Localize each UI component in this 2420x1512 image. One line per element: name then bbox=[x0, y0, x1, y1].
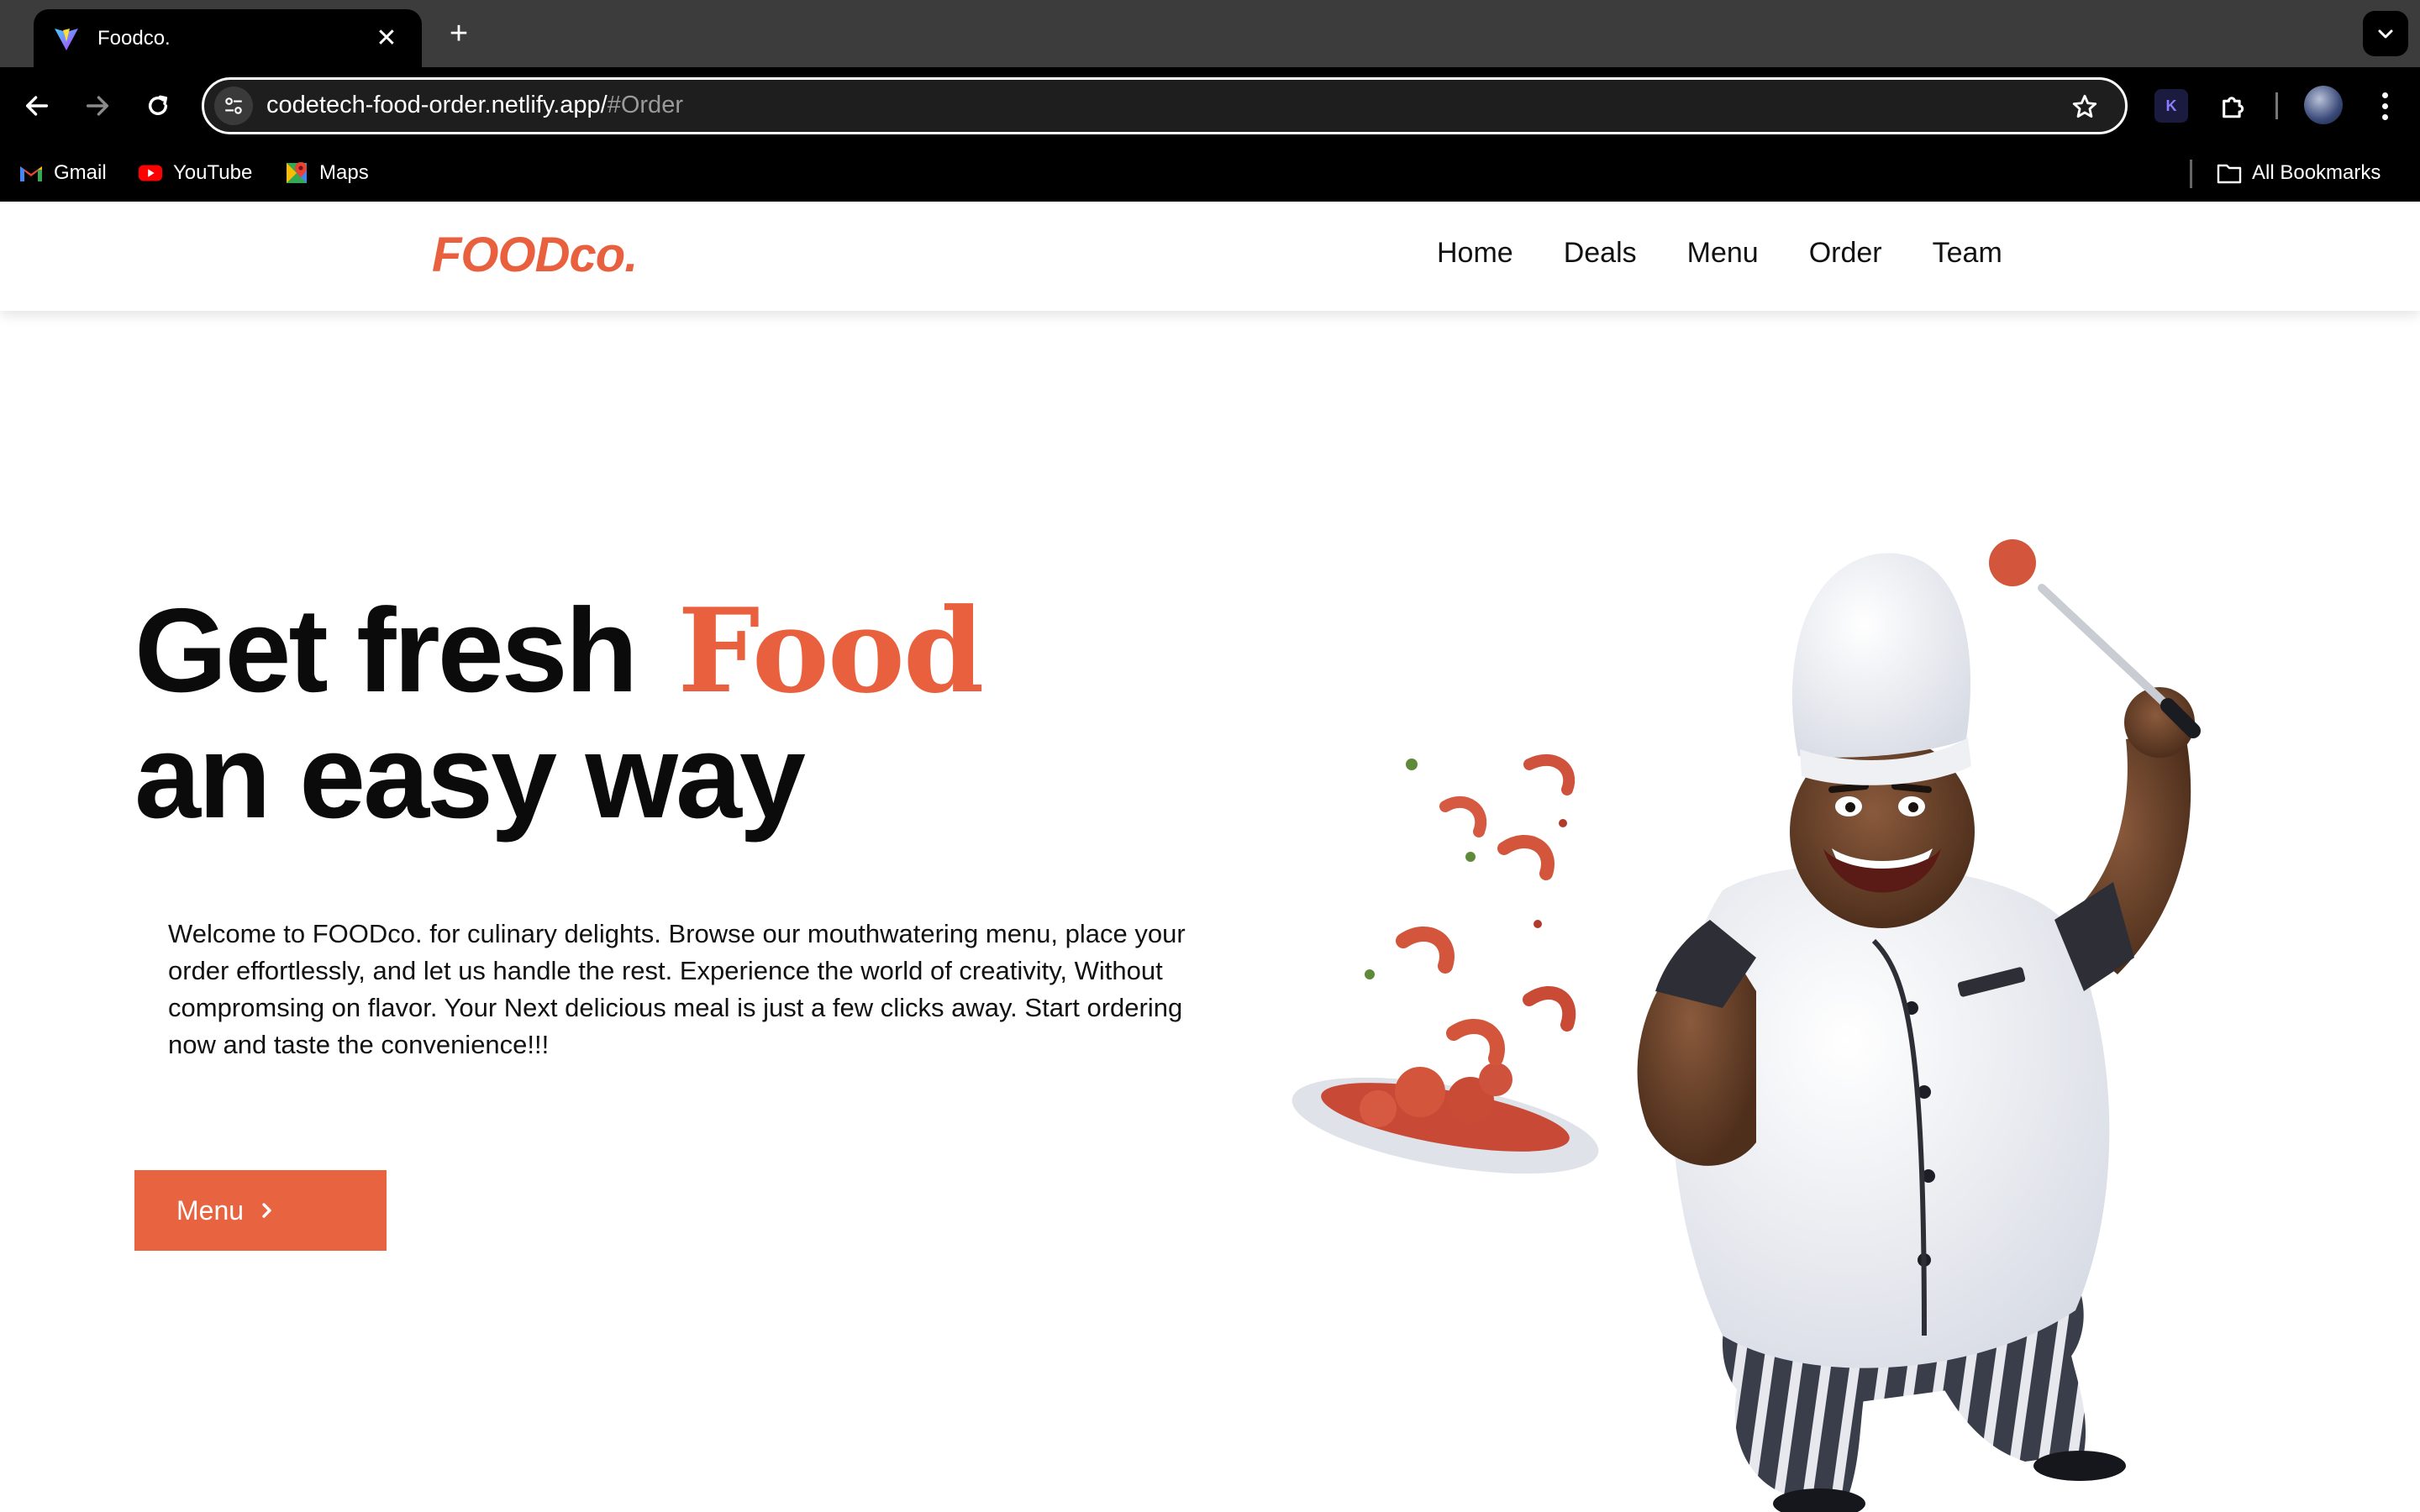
dot-icon bbox=[2381, 113, 2388, 120]
main-nav: Home Deals Menu Order Team bbox=[1437, 237, 2002, 270]
menu-button-label: Menu bbox=[176, 1194, 245, 1226]
bookmark-label: YouTube bbox=[173, 161, 253, 184]
forward-button[interactable] bbox=[77, 86, 118, 126]
vite-favicon-icon bbox=[52, 24, 81, 53]
site-logo[interactable]: FOODco. bbox=[432, 227, 638, 283]
address-bar[interactable]: codetech-food-order.netlify.app/#Order bbox=[202, 77, 2128, 134]
chevron-right-icon bbox=[259, 1200, 276, 1221]
nav-team[interactable]: Team bbox=[1933, 237, 2002, 270]
dot-icon bbox=[2381, 102, 2388, 109]
site-info-button[interactable] bbox=[214, 87, 253, 125]
hero-description: Welcome to FOODco. for culinary delights… bbox=[168, 919, 1186, 1059]
nav-menu[interactable]: Menu bbox=[1687, 237, 1759, 270]
chevron-down-icon bbox=[2378, 29, 2393, 39]
url-host: codetech-food-order.netlify.app/ bbox=[266, 92, 608, 118]
browser-tab[interactable]: Foodco. ✕ bbox=[34, 9, 422, 67]
reload-icon bbox=[148, 95, 168, 115]
hero-title-line2: an easy way bbox=[134, 710, 806, 843]
chef-illustration bbox=[1292, 539, 2201, 1512]
nav-order[interactable]: Order bbox=[1809, 237, 1882, 270]
bookmarks-bar: Gmail YouTube Maps All Bookmarks bbox=[0, 144, 2420, 202]
bookmark-youtube[interactable]: YouTube bbox=[138, 158, 252, 188]
folder-icon bbox=[2217, 160, 2242, 186]
arrow-right-icon bbox=[86, 96, 109, 116]
extension-icon[interactable]: K bbox=[2154, 89, 2188, 123]
bookmarks-divider bbox=[2190, 160, 2192, 188]
arrow-left-icon bbox=[25, 96, 49, 116]
bookmark-label: Maps bbox=[319, 161, 369, 184]
all-bookmarks-label: All Bookmarks bbox=[2252, 161, 2381, 184]
browser-toolbar: codetech-food-order.netlify.app/#Order K bbox=[0, 67, 2420, 144]
browser-tabstrip: Foodco. ✕ + bbox=[0, 0, 2420, 67]
hero-title: Get fresh Food an easy way bbox=[134, 588, 984, 843]
hero-title-highlight: Food bbox=[677, 582, 984, 719]
menu-button[interactable]: Menu bbox=[134, 1170, 387, 1251]
url-text: codetech-food-order.netlify.app/#Order bbox=[266, 92, 683, 119]
bookmark-maps[interactable]: Maps bbox=[284, 158, 369, 188]
toolbar-divider bbox=[2275, 92, 2278, 119]
hero-title-line1: Get fresh bbox=[134, 584, 638, 717]
browser-menu-button[interactable] bbox=[2368, 87, 2402, 124]
back-button[interactable] bbox=[17, 86, 57, 126]
gmail-icon bbox=[18, 160, 44, 186]
tab-search-button[interactable] bbox=[2363, 11, 2408, 56]
bookmark-label: Gmail bbox=[54, 161, 107, 184]
reload-button[interactable] bbox=[138, 86, 178, 126]
youtube-icon bbox=[138, 160, 163, 186]
page-viewport: FOODco. Home Deals Menu Order Team Get f… bbox=[0, 202, 2420, 1512]
extensions-puzzle-button[interactable] bbox=[2215, 87, 2252, 124]
nav-deals[interactable]: Deals bbox=[1564, 237, 1637, 270]
bookmark-gmail[interactable]: Gmail bbox=[18, 158, 107, 188]
tune-icon bbox=[225, 97, 242, 114]
tab-title: Foodco. bbox=[97, 26, 171, 50]
close-tab-icon[interactable]: ✕ bbox=[370, 22, 403, 55]
url-fragment: #Order bbox=[607, 92, 683, 118]
puzzle-icon bbox=[2223, 97, 2244, 118]
dot-icon bbox=[2381, 92, 2388, 98]
all-bookmarks-button[interactable]: All Bookmarks bbox=[2217, 158, 2381, 188]
profile-avatar[interactable] bbox=[2304, 86, 2343, 124]
maps-icon bbox=[284, 160, 309, 186]
new-tab-icon[interactable]: + bbox=[442, 17, 476, 50]
star-icon bbox=[2072, 94, 2097, 118]
site-header: FOODco. Home Deals Menu Order Team bbox=[0, 202, 2420, 311]
bookmark-star-button[interactable] bbox=[2068, 90, 2102, 123]
nav-home[interactable]: Home bbox=[1437, 237, 1513, 270]
